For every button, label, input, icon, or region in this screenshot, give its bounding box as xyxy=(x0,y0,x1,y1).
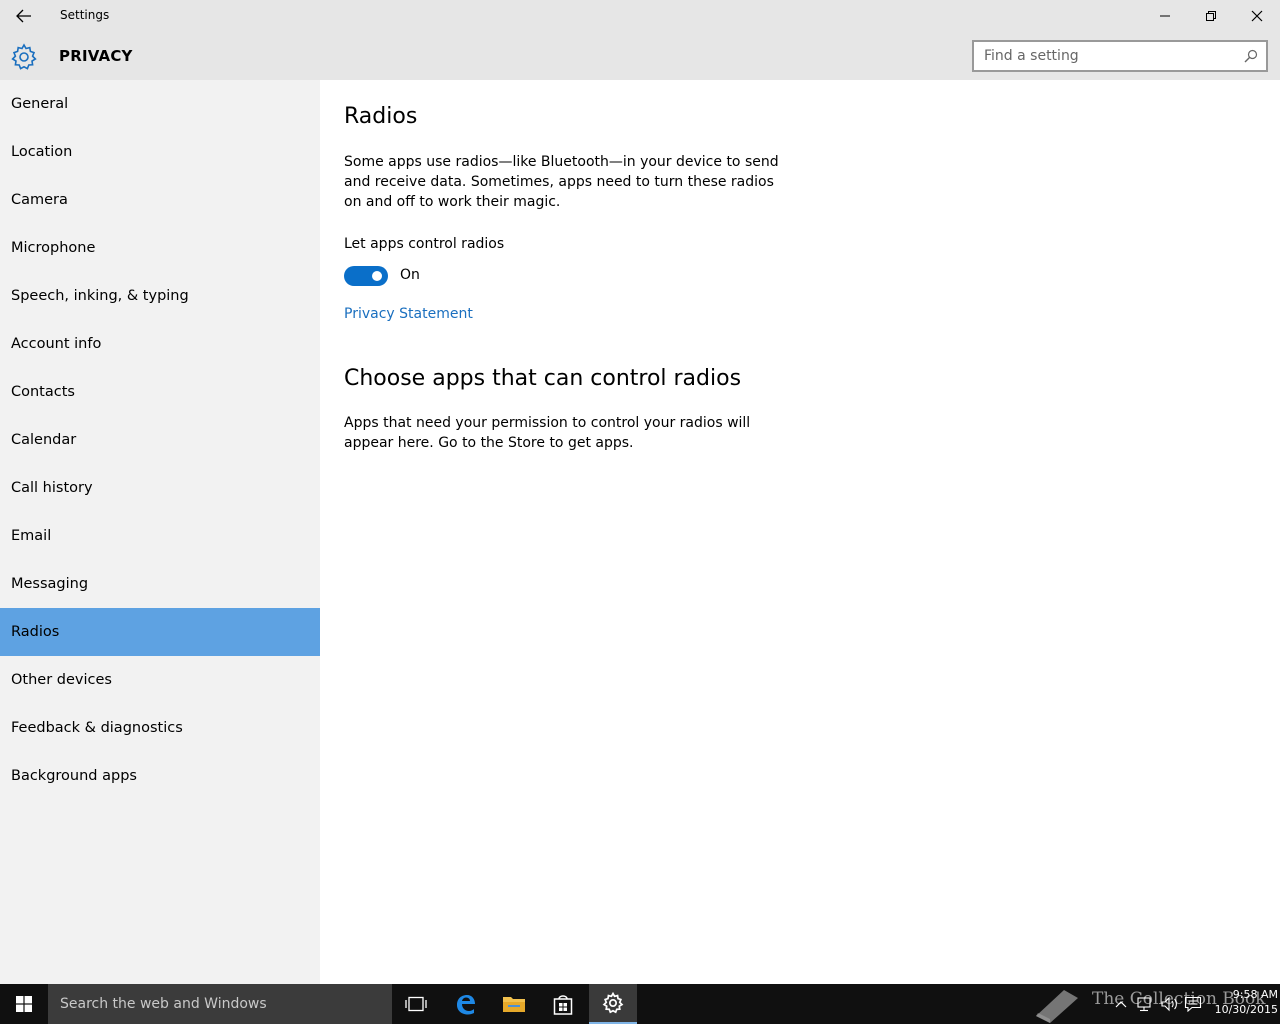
back-arrow-icon xyxy=(16,9,31,23)
sidebar-item-camera[interactable]: Camera xyxy=(0,176,320,224)
sidebar-item-background-apps[interactable]: Background apps xyxy=(0,752,320,800)
store-bag-icon xyxy=(553,995,573,1015)
find-setting-search[interactable] xyxy=(972,40,1268,72)
sidebar-item-other-devices[interactable]: Other devices xyxy=(0,656,320,704)
sidebar-item-call-history[interactable]: Call history xyxy=(0,464,320,512)
edge-taskbar-button[interactable] xyxy=(442,984,490,1024)
taskbar: Search the web and Windows The Collectio… xyxy=(0,984,1280,1024)
restore-button[interactable] xyxy=(1188,0,1234,32)
show-hidden-icons-button[interactable] xyxy=(1112,984,1130,1024)
volume-tray-button[interactable] xyxy=(1158,984,1180,1024)
title-bar: Settings xyxy=(0,0,1280,32)
task-view-icon xyxy=(405,996,427,1012)
chevron-up-icon xyxy=(1115,1001,1127,1008)
sidebar-item-radios[interactable]: Radios xyxy=(0,608,320,656)
settings-gear-icon xyxy=(602,992,624,1014)
window-title: Settings xyxy=(60,8,110,22)
apps-permission-text: Apps that need your permission to contro… xyxy=(344,415,751,451)
sidebar: General Location Camera Microphone Speec… xyxy=(0,80,320,984)
minimize-button[interactable] xyxy=(1142,0,1188,32)
clock-date: 10/30/2015 xyxy=(1214,1003,1278,1016)
gear-icon xyxy=(11,43,37,70)
taskbar-clock[interactable]: 9:58 AM 10/30/2015 xyxy=(1206,987,1278,1017)
sidebar-item-calendar[interactable]: Calendar xyxy=(0,416,320,464)
search-icon[interactable] xyxy=(1244,49,1258,63)
sidebar-item-general[interactable]: General xyxy=(0,80,320,128)
sidebar-item-feedback[interactable]: Feedback & diagnostics xyxy=(0,704,320,752)
settings-taskbar-button[interactable] xyxy=(589,984,637,1024)
search-input[interactable] xyxy=(974,42,1224,70)
radios-toggle[interactable] xyxy=(344,266,388,286)
file-explorer-taskbar-button[interactable] xyxy=(490,984,538,1024)
settings-header: PRIVACY xyxy=(0,32,1280,80)
close-icon xyxy=(1251,10,1263,22)
sidebar-item-location[interactable]: Location xyxy=(0,128,320,176)
back-button[interactable] xyxy=(8,2,40,30)
radios-description: Some apps use radios—like Bluetooth—in y… xyxy=(344,154,779,210)
toggle-knob xyxy=(372,271,382,281)
book-icon xyxy=(1036,990,1078,1023)
taskbar-search-box[interactable]: Search the web and Windows xyxy=(48,984,392,1024)
minimize-icon xyxy=(1160,15,1170,17)
section-heading: Choose apps that can control radios xyxy=(344,366,742,391)
toggle-label: Let apps control radios xyxy=(344,236,505,252)
edge-icon xyxy=(457,995,475,1015)
sidebar-item-speech[interactable]: Speech, inking, & typing xyxy=(0,272,320,320)
action-center-button[interactable] xyxy=(1182,984,1204,1024)
close-button[interactable] xyxy=(1234,0,1280,32)
clock-time: 9:58 AM xyxy=(1232,988,1278,1001)
network-tray-button[interactable] xyxy=(1134,984,1156,1024)
sidebar-item-messaging[interactable]: Messaging xyxy=(0,560,320,608)
page-title: Radios xyxy=(344,104,418,129)
store-taskbar-button[interactable] xyxy=(539,984,587,1024)
sidebar-item-contacts[interactable]: Contacts xyxy=(0,368,320,416)
privacy-statement-link[interactable]: Privacy Statement xyxy=(344,306,473,322)
speaker-icon xyxy=(1161,996,1177,1012)
restore-icon xyxy=(1206,11,1216,21)
action-center-icon xyxy=(1184,996,1202,1012)
start-button[interactable] xyxy=(0,984,48,1024)
task-view-button[interactable] xyxy=(392,984,440,1024)
sidebar-item-email[interactable]: Email xyxy=(0,512,320,560)
sidebar-item-account-info[interactable]: Account info xyxy=(0,320,320,368)
section-title: PRIVACY xyxy=(59,47,133,65)
network-icon xyxy=(1137,997,1151,1012)
toggle-state-text: On xyxy=(400,267,420,283)
windows-logo-icon xyxy=(16,996,32,1012)
folder-icon xyxy=(503,997,525,1012)
sidebar-item-microphone[interactable]: Microphone xyxy=(0,224,320,272)
